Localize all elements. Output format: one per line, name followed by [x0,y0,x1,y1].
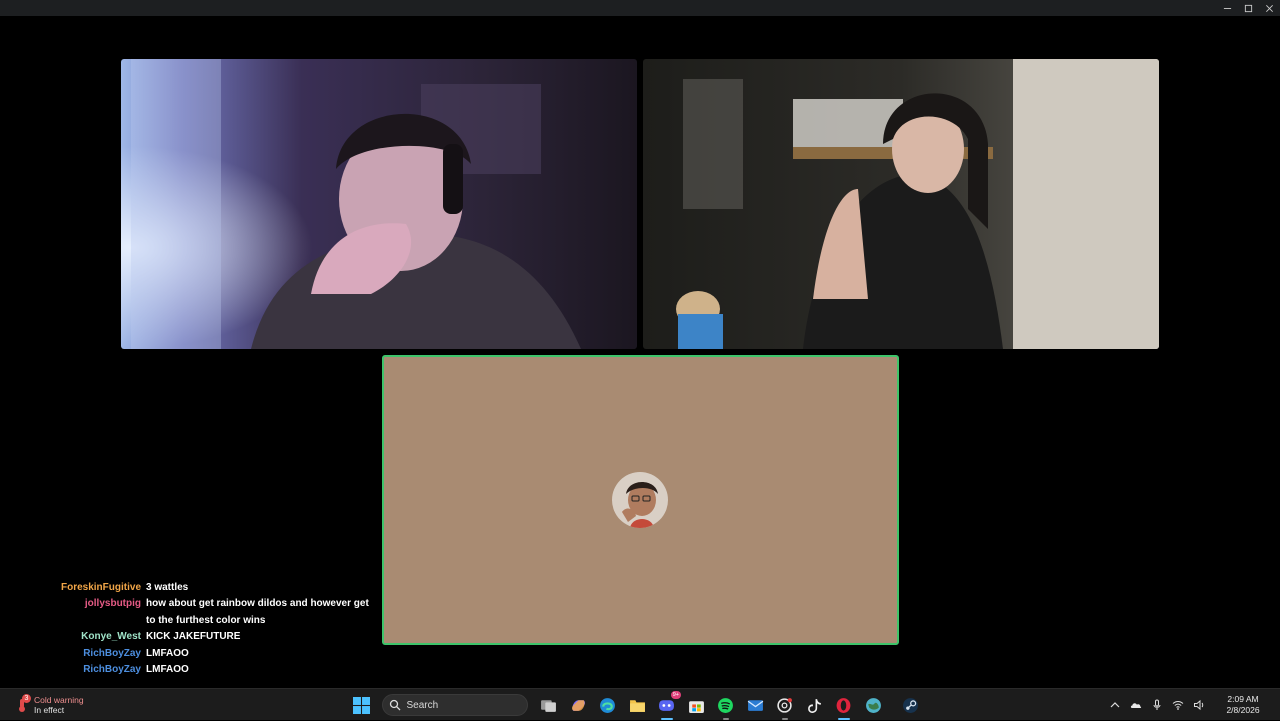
start-icon [352,696,370,714]
window-titlebar [0,0,1280,16]
task-view-button[interactable] [538,694,560,716]
taskbar-search[interactable] [381,694,528,716]
system-tray: 2:09 AM 2/8/2026 [1105,689,1280,721]
chat-message: ForeskinFugitive 3 wattles [0,580,380,596]
participant-1-video-frame [121,59,637,349]
opera-icon [836,697,851,713]
onedrive-button[interactable] [1126,695,1146,715]
steam-button[interactable] [900,694,922,716]
chevron-up-icon [1110,702,1120,708]
chatgpt-icon [777,697,792,713]
discord-notification-badge: 9+ [671,691,681,699]
weather-text: Cold warning In effect [34,695,84,715]
participant-3-avatar-tile[interactable] [382,355,899,645]
edge-icon [600,697,615,713]
participant-1-video[interactable] [121,59,637,349]
weather-widget[interactable]: 3 Cold warning In effect [14,693,84,717]
show-hidden-icons-button[interactable] [1105,695,1125,715]
taskbar: 3 Cold warning In effect Search 9+ 2:09 … [0,688,1280,720]
avatar-image [612,472,668,528]
chatgpt-button[interactable] [774,694,796,720]
network-button[interactable] [1168,695,1188,715]
opera-button[interactable] [833,694,855,720]
file-explorer-icon [629,699,645,712]
wifi-icon [1172,700,1184,710]
maximize-icon [1244,4,1253,12]
chat-message: jollysbutpig how about get rainbow dildo… [0,596,380,629]
tiktok-icon [807,698,821,713]
task-view-icon [541,699,556,712]
call-stage: ForeskinFugitive 3 wattles jollysbutpig … [0,16,1280,688]
search-icon [389,699,400,711]
start-button[interactable] [350,694,372,716]
chat-username: ForeskinFugitive [60,582,141,593]
microsoft-store-button[interactable] [685,694,707,716]
chat-text: 3 wattles [146,582,189,593]
search-input[interactable] [406,699,517,711]
chat-username: jollysbutpig [84,598,141,610]
copilot-button[interactable] [567,694,589,716]
copilot-icon [571,699,585,711]
chat-message: Konye_West KICK JAKEFUTURE [0,629,380,645]
chat-username: RichBoyZay [83,664,141,676]
chat-text: KICK JAKEFUTURE [146,631,241,643]
chat-message: RichBoyZay LMFAOO [0,662,380,678]
clock-time: 2:09 AM [1227,694,1259,704]
discord-icon [659,699,674,711]
clock[interactable]: 2:09 AM 2/8/2026 [1214,694,1272,716]
mail-icon [747,699,763,711]
minimize-icon [1223,7,1232,9]
steam-icon [903,697,918,713]
thermometer-icon: 3 [14,694,31,713]
microsoft-store-icon [688,700,704,713]
volume-button[interactable] [1189,695,1209,715]
chat-message: RichBoyZay LMFAOO [0,646,380,662]
browser-globe-button[interactable] [862,694,884,716]
maximize-button[interactable] [1238,0,1259,16]
chat-username: Konye_West [81,631,141,643]
window-controls [1217,0,1280,16]
mail-button[interactable] [744,694,766,716]
onedrive-icon [1130,703,1142,708]
clock-date: 2/8/2026 [1226,705,1260,715]
participant-2-video-frame [643,59,1159,349]
chat-text: LMFAOO [146,664,189,676]
close-icon [1266,4,1273,12]
microphone-icon [1153,699,1161,710]
tiktok-button[interactable] [803,694,825,716]
weather-alert-badge: 3 [22,694,31,703]
spotify-button[interactable] [715,694,737,720]
edge-button[interactable] [597,694,619,716]
chat-text: how about get rainbow dildos and however… [146,598,369,626]
participant-2-video[interactable] [643,59,1159,349]
spotify-icon [718,697,733,713]
file-explorer-button[interactable] [626,694,648,716]
discord-button[interactable]: 9+ [656,691,681,720]
participant-3-avatar [612,472,668,528]
chat-text: LMFAOO [146,647,189,659]
chat-username: RichBoyZay [83,647,141,659]
speaker-icon [1194,699,1204,711]
chat-overlay: ForeskinFugitive 3 wattles jollysbutpig … [0,580,380,678]
taskbar-apps: 9+ [350,691,929,720]
browser-globe-icon [865,697,881,713]
weather-subtitle: In effect [34,705,65,715]
minimize-button[interactable] [1217,0,1238,16]
close-button[interactable] [1259,0,1280,16]
weather-title: Cold warning [34,695,84,705]
microphone-button[interactable] [1147,695,1167,715]
